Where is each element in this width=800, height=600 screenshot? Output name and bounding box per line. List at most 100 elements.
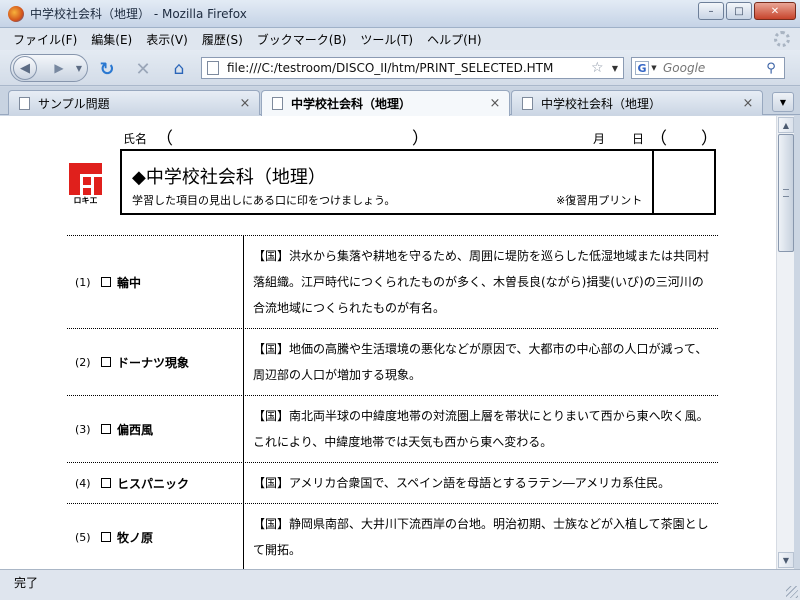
grip-icon <box>783 189 789 197</box>
home-icon[interactable]: ⌂ <box>168 58 190 80</box>
term-word: 牧ノ原 <box>117 530 154 545</box>
menu-help[interactable]: ヘルプ(H) <box>420 31 488 48</box>
close-button[interactable]: ✕ <box>754 2 796 20</box>
resize-grip-icon[interactable] <box>786 586 798 598</box>
page-icon <box>207 61 219 75</box>
logo-text: ロキエ <box>73 196 98 205</box>
tab-sample[interactable]: サンプル問題 × <box>8 90 260 115</box>
logo-icon: ロキエ <box>69 163 102 205</box>
term-number: (5) <box>75 530 91 544</box>
term-definition: 【国】洪水から集落や耕地を守るため、周囲に堤防を巡らした低湿地域または共同村落組… <box>253 249 710 315</box>
term-row: (2) ドーナツ現象 【国】地価の高騰や生活環境の悪化などが原因で、大都市の中心… <box>67 328 718 395</box>
search-engine-icon[interactable]: G <box>635 61 649 75</box>
term-number: (3) <box>75 422 91 436</box>
minimize-button[interactable]: – <box>698 2 724 20</box>
menu-edit[interactable]: 編集(E) <box>84 31 139 48</box>
name-paren-close: ） <box>412 129 429 149</box>
reload-icon[interactable]: ↻ <box>96 58 118 80</box>
term-head: (2) ドーナツ現象 <box>67 329 244 395</box>
tab-geography-active[interactable]: 中学校社会科（地理） × <box>261 90 510 116</box>
date-paren-open: （ <box>650 129 667 149</box>
term-number: (4) <box>75 476 91 490</box>
stop-icon[interactable]: ✕ <box>132 58 154 80</box>
review-note: ※復習用プリント <box>556 194 643 207</box>
menu-view[interactable]: 表示(V) <box>139 31 195 48</box>
term-row: (3) 偏西風 【国】南北両半球の中緯度地帯の対流圏上層を帯状にとりまいて西から… <box>67 395 718 462</box>
search-icon[interactable]: ⚲ <box>763 61 779 76</box>
maximize-button[interactable]: □ <box>726 2 752 20</box>
scroll-down-icon[interactable]: ▼ <box>778 552 794 568</box>
page-content: 氏名 （ ） 月 日 （ ） ロキエ ◆中学校社会科（地理） 学習した項目の見出… <box>0 116 776 569</box>
term-checkbox[interactable] <box>101 277 111 287</box>
name-paren-open: （ <box>156 129 173 149</box>
scrollbar-thumb[interactable] <box>778 134 794 252</box>
page-icon <box>19 96 30 110</box>
menu-history[interactable]: 履歴(S) <box>195 31 250 48</box>
term-head: (4) ヒスパニック <box>67 463 244 503</box>
tab-list-icon[interactable]: ▼ <box>772 92 794 112</box>
term-row: (5) 牧ノ原 【国】静岡県南部、大井川下流西岸の台地。明治初期、士族などが入植… <box>67 503 718 569</box>
close-tab-icon[interactable]: × <box>237 96 253 111</box>
tab-bar: サンプル問題 × 中学校社会科（地理） × 中学校社会科（地理） × ▼ <box>0 87 800 116</box>
name-label: 氏名 <box>123 132 148 146</box>
worksheet-header: ◆中学校社会科（地理） 学習した項目の見出しにある口に印をつけましょう。 ※復習… <box>120 149 716 215</box>
page-icon <box>272 97 283 110</box>
page-icon <box>522 96 533 110</box>
term-head: (3) 偏西風 <box>67 396 244 462</box>
term-word: ヒスパニック <box>117 476 190 491</box>
search-engine-dropdown-icon[interactable]: ▼ <box>649 64 659 72</box>
url-dropdown-icon[interactable]: ▼ <box>607 64 623 73</box>
terms-table: (1) 輪中 【国】洪水から集落や耕地を守るため、周囲に堤防を巡らした低湿地域ま… <box>67 235 718 569</box>
title-bar: 中学校社会科（地理） - Mozilla Firefox – □ ✕ <box>0 0 800 28</box>
term-row: (1) 輪中 【国】洪水から集落や耕地を守るため、周囲に堤防を巡らした低湿地域ま… <box>67 235 718 328</box>
term-row: (4) ヒスパニック 【国】アメリカ合衆国で、スペイン語を母語とするラテン―アメ… <box>67 462 718 503</box>
month-label: 月 <box>593 132 606 146</box>
window-controls: – □ ✕ <box>698 2 796 20</box>
term-definition: 【国】静岡県南部、大井川下流西岸の台地。明治初期、士族などが入植して茶園として開… <box>253 517 709 557</box>
url-bar[interactable]: file:///C:/testroom/DISCO_II/htm/PRINT_S… <box>201 57 624 79</box>
day-label: 日 <box>632 132 645 146</box>
forward-icon[interactable]: ▶ <box>47 59 71 77</box>
menu-bar: ファイル(F) 編集(E) 表示(V) 履歴(S) ブックマーク(B) ツール(… <box>0 28 800 50</box>
scroll-up-icon[interactable]: ▲ <box>778 117 794 133</box>
menu-tools[interactable]: ツール(T) <box>353 31 420 48</box>
menu-file[interactable]: ファイル(F) <box>6 31 84 48</box>
back-forward-group: ◀ ▶ ▼ <box>10 54 88 82</box>
tab-geography[interactable]: 中学校社会科（地理） × <box>511 90 763 115</box>
term-definition: 【国】南北両半球の中緯度地帯の対流圏上層を帯状にとりまいて西から東へ吹く風。これ… <box>253 409 709 449</box>
header-divider <box>652 151 654 213</box>
tab-label: サンプル問題 <box>38 96 110 111</box>
term-checkbox[interactable] <box>101 478 111 488</box>
term-number: (2) <box>75 355 91 369</box>
close-tab-icon[interactable]: × <box>740 96 756 111</box>
term-definition: 【国】アメリカ合衆国で、スペイン語を母語とするラテン―アメリカ系住民。 <box>253 476 671 490</box>
back-icon[interactable]: ◀ <box>13 56 37 80</box>
throbber-icon <box>774 31 790 47</box>
term-word: 輪中 <box>117 275 142 290</box>
status-bar: 完了 <box>0 569 800 600</box>
firefox-icon <box>8 5 24 22</box>
url-text[interactable]: file:///C:/testroom/DISCO_II/htm/PRINT_S… <box>227 61 591 75</box>
term-number: (1) <box>75 275 91 289</box>
term-definition: 【国】地価の高騰や生活環境の悪化などが原因で、大都市の中心部の人口が減って、周辺… <box>253 342 708 382</box>
menu-bookmarks[interactable]: ブックマーク(B) <box>250 31 354 48</box>
term-word: ドーナツ現象 <box>117 355 190 370</box>
search-input[interactable] <box>663 61 763 75</box>
page-title: ◆中学校社会科（地理） <box>132 167 326 188</box>
term-head: (1) 輪中 <box>67 236 244 328</box>
close-tab-icon[interactable]: × <box>487 96 503 111</box>
term-word: 偏西風 <box>117 422 154 437</box>
term-head: (5) 牧ノ原 <box>67 504 244 569</box>
date-paren-close: ） <box>701 129 718 149</box>
term-checkbox[interactable] <box>101 532 111 542</box>
vertical-scrollbar[interactable]: ▲ ▼ <box>776 116 794 569</box>
tab-label: 中学校社会科（地理） <box>541 96 662 111</box>
term-checkbox[interactable] <box>101 424 111 434</box>
window-title: 中学校社会科（地理） - Mozilla Firefox <box>30 7 247 21</box>
star-icon[interactable]: ☆ <box>591 60 607 76</box>
instruction-text: 学習した項目の見出しにある口に印をつけましょう。 <box>132 194 396 207</box>
tab-label: 中学校社会科（地理） <box>291 97 412 111</box>
search-bar: G ▼ ⚲ <box>631 57 785 79</box>
term-checkbox[interactable] <box>101 357 111 367</box>
history-dropdown-icon[interactable]: ▼ <box>73 59 85 77</box>
